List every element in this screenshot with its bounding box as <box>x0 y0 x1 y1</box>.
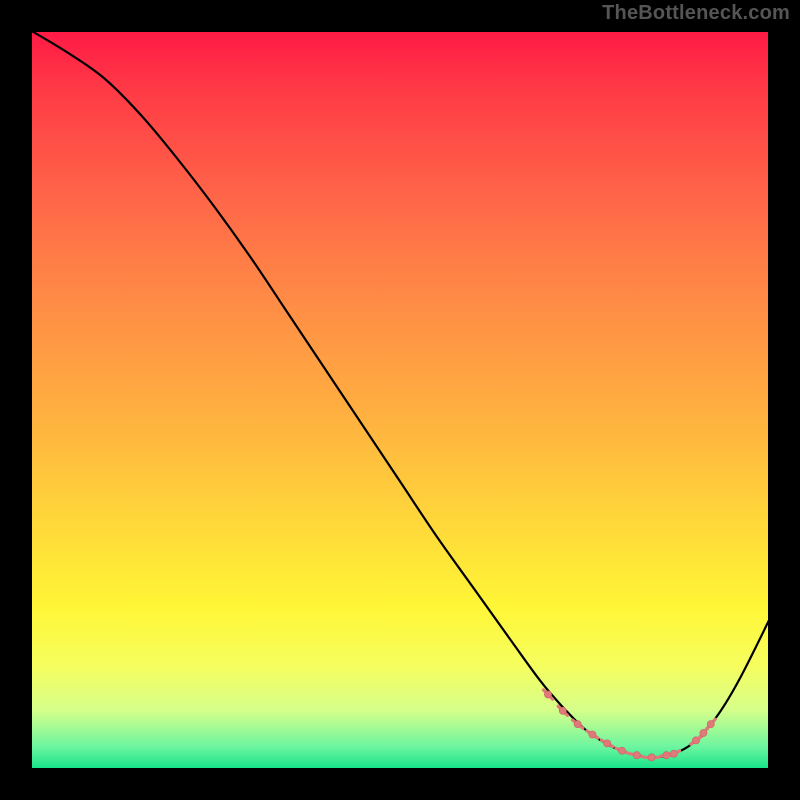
chart-frame: TheBottleneck.com <box>0 0 800 800</box>
plot-area <box>30 30 770 770</box>
marker-dot <box>589 731 596 738</box>
marker-dot <box>707 721 714 728</box>
marker-dot <box>670 750 677 757</box>
marker-dot <box>618 747 625 754</box>
watermark-label: TheBottleneck.com <box>602 2 790 25</box>
chart-svg <box>30 30 770 770</box>
bottleneck-curve <box>30 30 770 757</box>
marker-dot <box>700 729 707 736</box>
marker-dot <box>544 691 551 698</box>
marker-dot <box>574 721 581 728</box>
marker-dot <box>648 754 655 761</box>
marker-group <box>543 690 715 761</box>
marker-dot <box>633 752 640 759</box>
marker-dot <box>604 740 611 747</box>
marker-dot <box>559 707 566 714</box>
